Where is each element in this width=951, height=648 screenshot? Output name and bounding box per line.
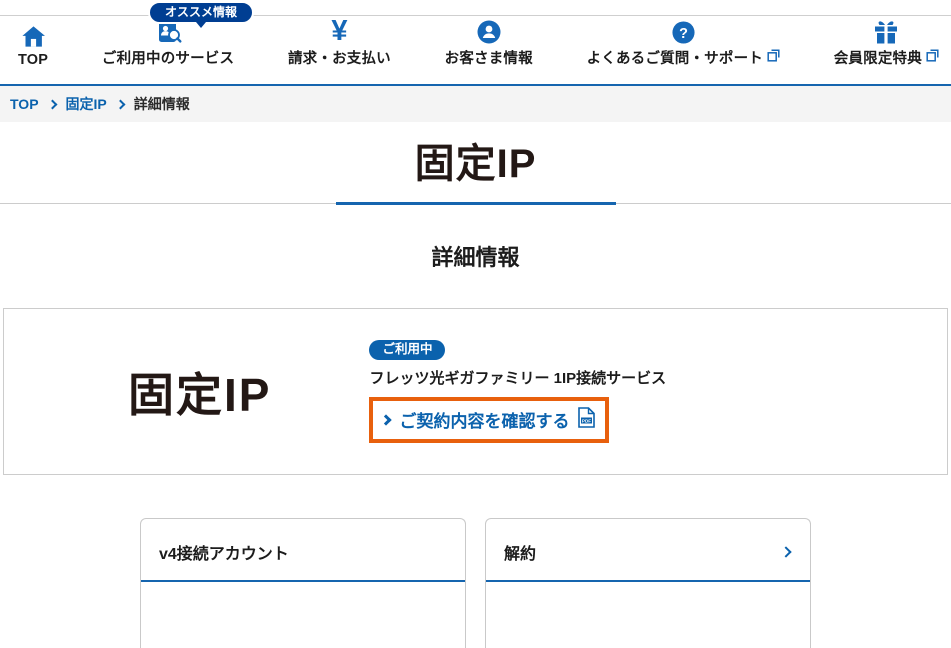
chevron-right-icon	[381, 414, 392, 425]
global-header: オススメ情報 TOP	[0, 0, 951, 86]
yen-icon: ¥	[331, 15, 347, 45]
external-link-icon	[767, 49, 780, 67]
breadcrumb-link-top[interactable]: TOP	[10, 96, 39, 112]
breadcrumb-separator-icon	[115, 99, 125, 109]
contract-link-label: ご契約内容を確認する	[399, 407, 569, 432]
menu-box-title-row: v4接続アカウント	[141, 519, 465, 582]
badge-pointer	[196, 22, 206, 28]
nav-label-top: TOP	[18, 52, 48, 68]
status-badge: ご利用中	[369, 340, 445, 360]
title-divider	[0, 203, 951, 204]
recommend-badge: オススメ情報	[148, 1, 254, 24]
breadcrumb: TOP 固定IP 詳細情報	[0, 86, 951, 122]
plan-name: フレッツ光ギガファミリー 1IP接続サービス	[369, 367, 666, 388]
nav-item-current-services[interactable]: ご利用中のサービス	[102, 15, 234, 84]
nav-item-member-benefits[interactable]: 会員限定特典	[834, 15, 939, 84]
svg-text:?: ?	[679, 26, 688, 42]
recommend-badge-label: オススメ情報	[165, 5, 237, 19]
customer-icon	[476, 15, 502, 45]
service-card-details: ご利用中 フレッツ光ギガファミリー 1IP接続サービス ご契約内容を確認する P…	[369, 340, 666, 443]
nav-item-top[interactable]: TOP	[18, 20, 48, 84]
breadcrumb-link-fixed-ip[interactable]: 固定IP	[66, 94, 107, 114]
section-title: 詳細情報	[0, 240, 951, 272]
nav-label-billing: 請求・お支払い	[288, 47, 391, 68]
service-name: 固定IP	[128, 359, 271, 425]
question-icon: ?	[671, 15, 696, 45]
page-title: 固定IP	[0, 140, 951, 188]
nav-item-customer-info[interactable]: お客さま情報	[445, 15, 533, 84]
menu-box-label: 解約	[504, 540, 536, 564]
contract-details-link[interactable]: ご契約内容を確認する PDF	[369, 397, 609, 443]
nav-label-current-services: ご利用中のサービス	[102, 47, 234, 68]
menu-box-label: v4接続アカウント	[159, 540, 289, 564]
menu-row: v4接続アカウント 解約	[0, 518, 951, 648]
breadcrumb-separator-icon	[47, 99, 57, 109]
menu-box-title-row: 解約	[486, 519, 810, 582]
title-accent-bar	[336, 202, 616, 205]
home-icon	[20, 20, 47, 50]
chevron-right-icon	[780, 546, 791, 557]
menu-box-v4-account[interactable]: v4接続アカウント	[140, 518, 466, 648]
nav-label-member-benefits: 会員限定特典	[834, 47, 922, 68]
svg-text:PDF: PDF	[582, 418, 591, 423]
breadcrumb-current: 詳細情報	[134, 94, 190, 114]
pdf-icon: PDF	[578, 407, 595, 433]
header-top-divider	[0, 15, 951, 16]
menu-box-cancellation[interactable]: 解約	[485, 518, 811, 648]
nav-item-faq-support[interactable]: ? よくあるご質問・サポート	[587, 15, 780, 84]
contract-link-highlight: ご契約内容を確認する PDF	[369, 397, 609, 443]
gift-icon	[872, 15, 900, 45]
external-link-icon	[926, 49, 939, 67]
nav-bar: TOP ご利用中のサービス ¥ 請求・お支払い	[0, 0, 951, 84]
service-card: 固定IP ご利用中 フレッツ光ギガファミリー 1IP接続サービス ご契約内容を確…	[3, 308, 948, 475]
nav-label-faq-support: よくあるご質問・サポート	[587, 47, 763, 68]
nav-item-billing[interactable]: ¥ 請求・お支払い	[288, 15, 391, 84]
nav-label-customer-info: お客さま情報	[445, 47, 533, 68]
